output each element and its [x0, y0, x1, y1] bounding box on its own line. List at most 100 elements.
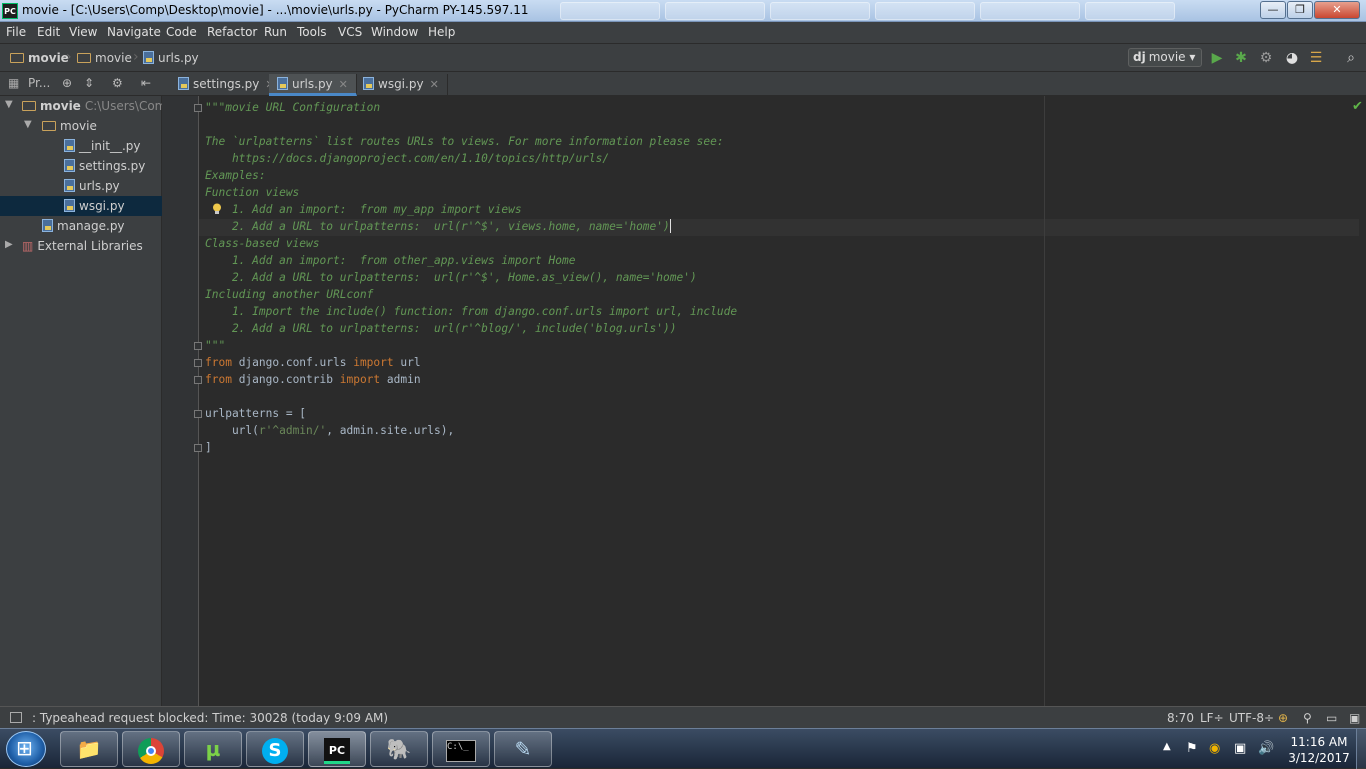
menu-tools[interactable]: Tools [297, 25, 327, 39]
notepad-taskbar-icon[interactable]: ✎ [494, 731, 552, 767]
text-caret [669, 219, 672, 233]
taskbar-clock[interactable]: 11:16 AM 3/12/2017 [1284, 734, 1354, 766]
menu-help[interactable]: Help [428, 25, 455, 39]
line-separator[interactable]: LF÷ [1200, 711, 1224, 725]
ghost-tab [875, 2, 975, 20]
expanded-arrow-icon[interactable]: ▼ [24, 119, 32, 130]
volume-icon[interactable]: 🔊 [1258, 741, 1274, 756]
profile-icon[interactable]: ◕ [1284, 50, 1300, 66]
project-view-label[interactable]: Pr... [28, 76, 50, 90]
breadcrumb-file[interactable]: urls.py [143, 51, 199, 65]
menu-view[interactable]: View [69, 25, 97, 39]
file-encoding[interactable]: UTF-8÷ [1229, 711, 1274, 725]
tree-item-movie-package[interactable]: ▼ movie [0, 116, 162, 136]
close-button[interactable]: ✕ [1314, 1, 1360, 19]
clock-date: 3/12/2017 [1288, 751, 1350, 765]
caret-position[interactable]: 8:70 [1167, 711, 1194, 725]
inspector-icon[interactable]: ⚲ [1303, 711, 1312, 725]
fold-marker-icon[interactable] [194, 410, 202, 418]
breadcrumb-project[interactable]: movie [10, 51, 69, 65]
maximize-button[interactable]: ❐ [1287, 1, 1313, 19]
tab-settings-py[interactable]: settings.py✕ [170, 74, 284, 96]
menu-code[interactable]: Code [166, 25, 197, 39]
fold-marker-icon[interactable] [194, 444, 202, 452]
code-editor[interactable] [199, 96, 1366, 706]
python-file-icon [64, 199, 75, 212]
sync-icon[interactable]: ⊕ [62, 76, 72, 90]
python-file-icon [64, 159, 75, 172]
ghost-tab [665, 2, 765, 20]
debug-icon[interactable]: ✱ [1233, 50, 1249, 66]
close-tab-icon[interactable]: ✕ [430, 78, 439, 91]
fold-marker-icon[interactable] [194, 342, 202, 350]
menu-navigate[interactable]: Navigate [107, 25, 161, 39]
expanded-arrow-icon[interactable]: ▼ [5, 99, 13, 110]
show-desktop-button[interactable] [1356, 729, 1366, 769]
fold-marker-icon[interactable] [194, 104, 202, 112]
menu-run[interactable]: Run [264, 25, 287, 39]
cmd-taskbar-icon[interactable]: C:\_ [432, 731, 490, 767]
collapsed-arrow-icon[interactable]: ▶ [5, 239, 13, 250]
code-line: ] [205, 441, 212, 454]
code-line: The `urlpatterns` list routes URLs to vi… [205, 135, 724, 148]
tool-windows-icon[interactable] [10, 712, 22, 723]
tasks-icon[interactable]: ☰ [1308, 50, 1324, 66]
event-log-icon[interactable]: ▭ [1326, 711, 1337, 725]
tree-item-manage-py[interactable]: manage.py [0, 216, 162, 236]
close-tab-icon[interactable]: ✕ [339, 78, 348, 91]
tree-item-settings-py[interactable]: settings.py [0, 156, 162, 176]
network-icon[interactable]: ▣ [1234, 741, 1246, 756]
code-line: 2. Add a URL to urlpatterns: url(r'^blog… [205, 322, 677, 335]
memory-indicator-icon[interactable]: ▣ [1349, 711, 1360, 725]
tree-item-movie-root[interactable]: ▼ movieC:\Users\Comp [0, 96, 162, 116]
collapse-icon[interactable]: ⇕ [84, 76, 94, 90]
window-title: movie - [C:\Users\Comp\Desktop\movie] - … [22, 3, 529, 17]
minimize-button[interactable]: — [1260, 1, 1286, 19]
project-view-icon[interactable]: ▦ [8, 76, 19, 90]
menu-vcs[interactable]: VCS [338, 25, 362, 39]
code-line: from django.conf.urls import url [205, 356, 421, 369]
editor-gutter[interactable] [162, 96, 199, 706]
ghost-tab [1085, 2, 1175, 20]
status-message[interactable]: : Typeahead request blocked: Time: 30028… [32, 711, 388, 725]
inspection-ok-icon[interactable]: ✔ [1352, 99, 1363, 114]
tree-item-external-libraries[interactable]: ▶ ▥ External Libraries [0, 236, 162, 256]
search-icon[interactable]: ⌕ [1343, 50, 1359, 66]
run-configuration-select[interactable]: dj movie ▾ [1128, 48, 1202, 67]
run-icon[interactable]: ▶ [1209, 50, 1225, 66]
chrome-taskbar-icon[interactable] [122, 731, 180, 767]
start-button[interactable] [6, 731, 46, 767]
action-center-flag-icon[interactable]: ⚑ [1186, 741, 1198, 756]
show-hidden-icons[interactable]: ▲ [1163, 741, 1171, 752]
menu-file[interactable]: File [6, 25, 26, 39]
code-line: Including another URLconf [205, 288, 374, 301]
tab-wsgi-py[interactable]: wsgi.py ✕ [355, 74, 448, 96]
python-file-icon [178, 77, 189, 90]
right-margin-guide [1044, 96, 1045, 706]
menu-refactor[interactable]: Refactor [207, 25, 257, 39]
hide-panel-icon[interactable]: ⇤ [141, 76, 151, 90]
code-line: from django.contrib import admin [205, 373, 421, 386]
breadcrumb-package[interactable]: movie [77, 51, 132, 65]
fold-marker-icon[interactable] [194, 376, 202, 384]
utorrent-taskbar-icon[interactable]: µ [184, 731, 242, 767]
ghost-tab [770, 2, 870, 20]
settings-gear-icon[interactable]: ⚙ [112, 76, 123, 90]
coverage-icon[interactable]: ⚙ [1258, 50, 1274, 66]
pycharm-taskbar-icon[interactable]: PC [308, 731, 366, 767]
lock-icon[interactable]: ⊕ [1278, 711, 1288, 725]
postgresql-taskbar-icon[interactable]: 🐘 [370, 731, 428, 767]
tree-item-wsgi-py[interactable]: wsgi.py [0, 196, 162, 216]
tab-urls-py[interactable]: urls.py ✕ [269, 74, 357, 96]
tree-item-init-py[interactable]: __init__.py [0, 136, 162, 156]
menu-edit[interactable]: Edit [37, 25, 60, 39]
tree-item-urls-py[interactable]: urls.py [0, 176, 162, 196]
menu-window[interactable]: Window [371, 25, 418, 39]
skype-taskbar-icon[interactable]: S [246, 731, 304, 767]
norton-tray-icon[interactable]: ◉ [1209, 741, 1220, 756]
code-line: 1. Import the include() function: from d… [205, 305, 738, 318]
fold-marker-icon[interactable] [194, 359, 202, 367]
code-line: """ [205, 339, 226, 352]
explorer-taskbar-icon[interactable]: 📁 [60, 731, 118, 767]
project-tool-header: ▦ Pr... ⊕ ⇕ ⚙ ⇤ [0, 72, 162, 96]
